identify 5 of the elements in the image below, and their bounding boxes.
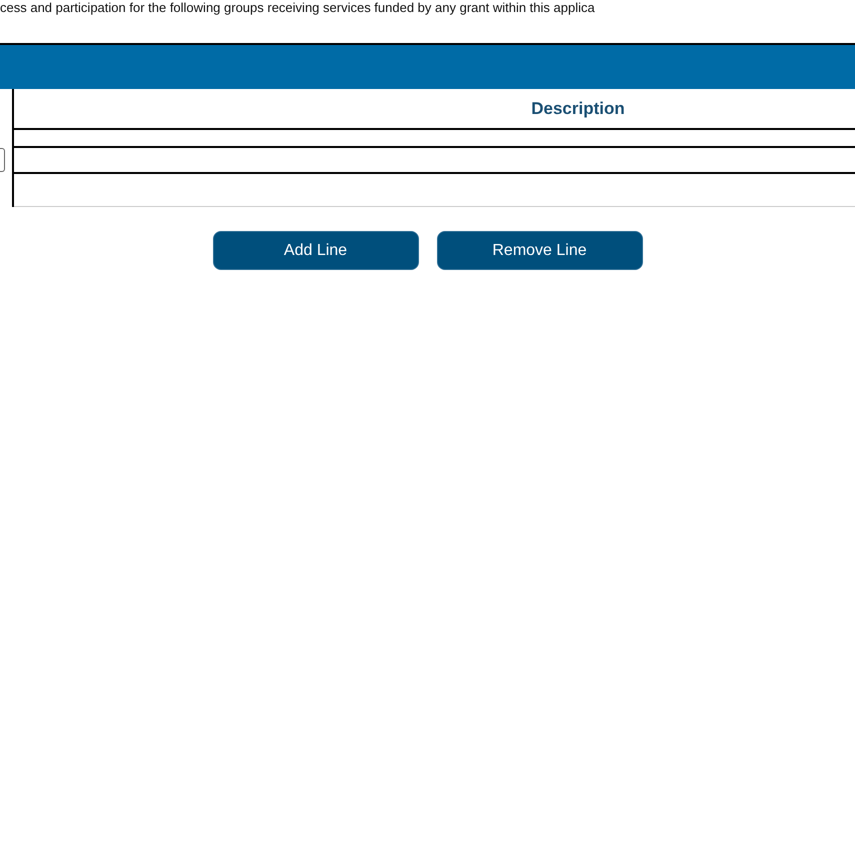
column-header: Description	[13, 89, 855, 129]
input-field[interactable]	[0, 148, 5, 172]
intro-text: cess and participation for the following groups receiving services funded by any grant within this applica	[0, 0, 596, 16]
line-button[interactable]: Add Line	[212, 231, 418, 270]
line-button[interactable]: Remove Line	[436, 231, 642, 270]
